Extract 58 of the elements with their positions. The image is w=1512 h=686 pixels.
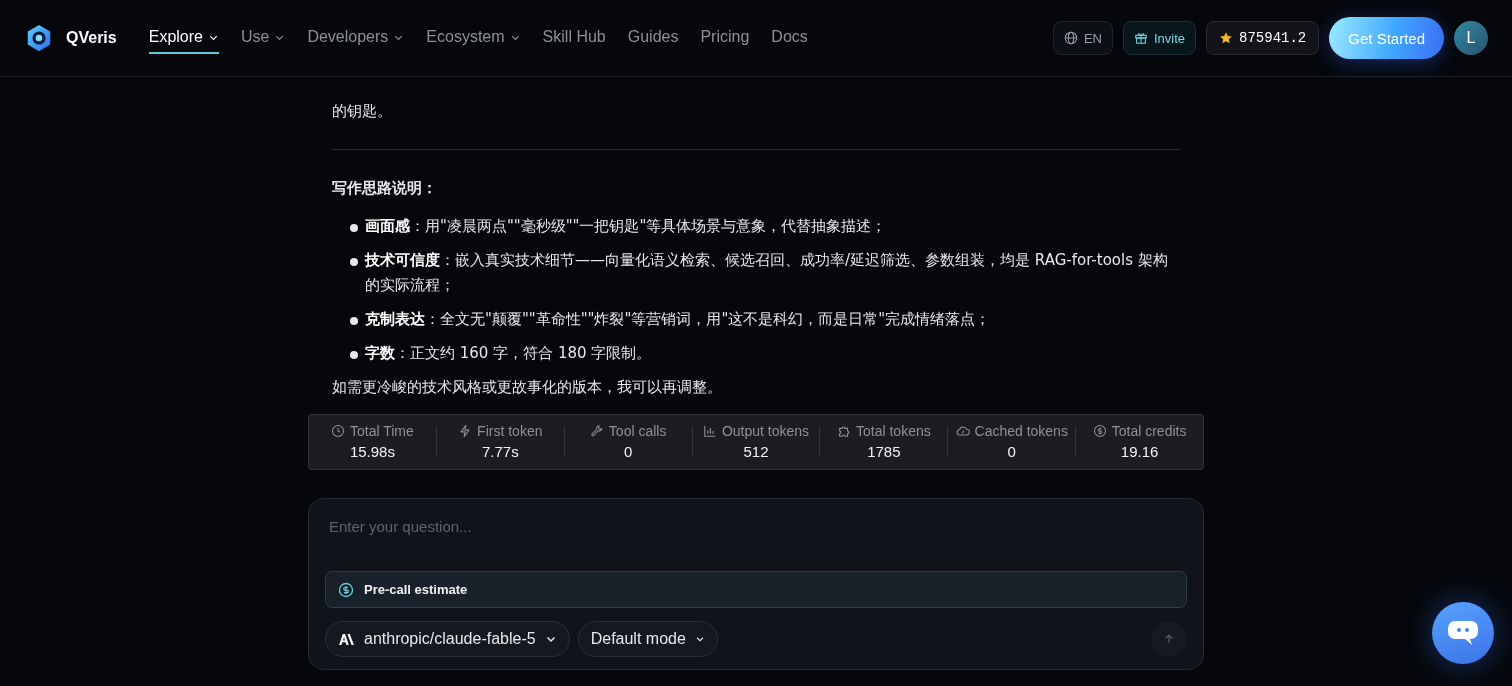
- closing-paragraph: 如需更冷峻的技术风格或更故事化的版本，我可以再调整。: [332, 377, 723, 398]
- stat-label: Total credits: [1111, 423, 1187, 439]
- star-icon: [1219, 31, 1234, 45]
- nav-link[interactable]: Docs: [771, 22, 808, 54]
- invite-button[interactable]: Invite: [1123, 21, 1197, 55]
- stat-value: 0: [623, 443, 633, 460]
- bullet-icon: [350, 258, 358, 266]
- section-heading: 写作思路说明：: [332, 178, 438, 199]
- stat-value: 1785: [867, 443, 901, 460]
- estimate-panel[interactable]: Pre-call estimate: [325, 571, 1187, 608]
- estimate-label: Pre-call estimate: [364, 582, 468, 597]
- mode-selector[interactable]: Default mode: [577, 621, 718, 657]
- stat-label: Cached tokens: [974, 423, 1068, 439]
- stat-value: 7.77s: [481, 443, 519, 460]
- bullet-text: 字数：正文约 160 字，符合 180 字限制。: [365, 343, 652, 364]
- bullet-text: 技术可信度：嵌入真实技术细节——向量化语义检索、候选召回、成功率/延迟筛选、参数组装，均是 RAG-for-tools 架构的实际流程；: [365, 250, 1169, 296]
- clock-icon: [331, 424, 345, 438]
- model-selector[interactable]: anthropic/claude-fable-5: [325, 621, 570, 657]
- wrench-icon: [589, 424, 604, 438]
- stat-label: Total Time: [350, 423, 414, 439]
- answer-paragraph: 的钥匙。: [332, 101, 393, 122]
- nav-link[interactable]: Guides: [627, 22, 679, 54]
- credits-button[interactable]: 875941.2: [1206, 21, 1320, 55]
- nav-link[interactable]: Skill Hub: [542, 22, 606, 54]
- stat-value: 19.16: [1120, 443, 1159, 460]
- user-avatar[interactable]: L: [1454, 21, 1488, 55]
- gift-icon: [1134, 31, 1148, 45]
- stat-value: 0: [1007, 443, 1016, 460]
- stat-value: 512: [743, 443, 769, 460]
- dollar-icon: [338, 581, 354, 598]
- bullet-icon: [350, 224, 358, 232]
- chat-button[interactable]: [1432, 602, 1494, 664]
- stat-value: 15.98s: [349, 443, 395, 460]
- puzzle-icon: [837, 424, 851, 438]
- chevron-down-icon: [694, 634, 705, 644]
- bar-chart-icon: [702, 424, 717, 438]
- stat-label: Tool calls: [608, 423, 667, 439]
- chat-bubble-icon: [1447, 619, 1479, 647]
- bullet-icon: [350, 351, 358, 359]
- stat-label: Output tokens: [721, 423, 810, 439]
- cloud-icon: [955, 424, 970, 438]
- nav-link[interactable]: Explore: [148, 22, 219, 54]
- stat-label: Total tokens: [856, 423, 931, 439]
- nav-link[interactable]: Developers: [307, 22, 405, 54]
- nav-link[interactable]: Ecosystem: [426, 22, 521, 54]
- bullet-icon: [350, 317, 358, 325]
- globe-icon: [1063, 31, 1078, 45]
- bullet-text: 克制表达：全文无"颠覆""革命性""炸裂"等营销词，用"这不是科幻，而是日常"完成情绪落点；: [365, 309, 991, 330]
- nav-link[interactable]: Pricing: [700, 22, 750, 54]
- language-button[interactable]: EN: [1052, 21, 1113, 55]
- model-logo-icon: [338, 632, 355, 646]
- dollar-icon: [1092, 424, 1107, 438]
- bullet-text: 画面感：用"凌晨两点""毫秒级""一把钥匙"等具体场景与意象，代替抽象描述；: [365, 216, 887, 237]
- brand-name[interactable]: QVeris: [66, 29, 117, 47]
- stat-label: First token: [477, 423, 543, 439]
- question-input[interactable]: Enter your question...: [325, 511, 1187, 541]
- nav-link[interactable]: Use: [240, 22, 286, 54]
- arrow-up-icon: [1163, 633, 1175, 645]
